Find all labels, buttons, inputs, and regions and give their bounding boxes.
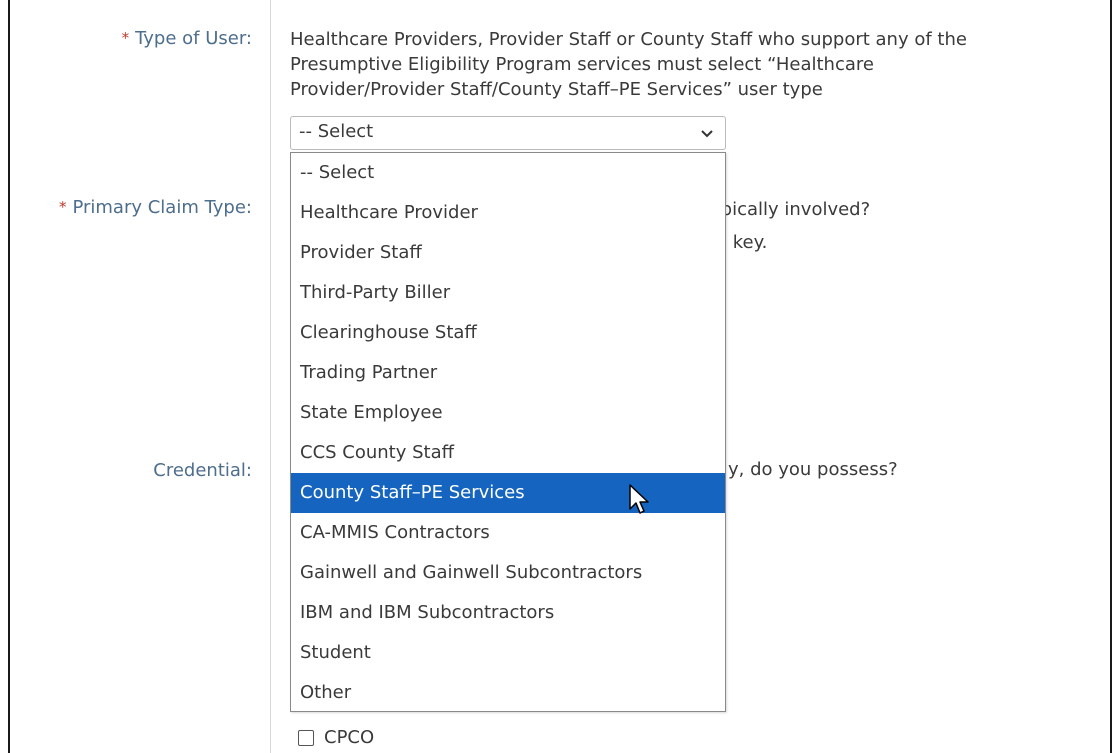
dropdown-option[interactable]: -- Select — [291, 153, 725, 193]
help-line: Healthcare Providers, Provider Staff or … — [290, 29, 967, 50]
dropdown-option[interactable]: Healthcare Provider — [291, 193, 725, 233]
dropdown-option[interactable]: Clearinghouse Staff — [291, 313, 725, 353]
type-of-user-help: Healthcare Providers, Provider Staff or … — [290, 27, 1090, 102]
dropdown-option[interactable]: State Employee — [291, 393, 725, 433]
dropdown-option[interactable]: Provider Staff — [291, 233, 725, 273]
primary-claim-help-partial: ypically involved? — [710, 199, 871, 220]
cpco-checkbox[interactable] — [298, 729, 314, 746]
dropdown-option-highlighted[interactable]: County Staff–PE Services — [291, 473, 725, 513]
cursor-arrow-icon — [629, 484, 649, 514]
dropdown-option[interactable]: Other — [291, 673, 725, 713]
required-marker: * — [121, 29, 130, 47]
dropdown-option[interactable]: CA-MMIS Contractors — [291, 513, 725, 553]
credential-label: Credential: — [153, 460, 252, 481]
column-divider — [270, 0, 271, 753]
type-of-user-select[interactable]: -- Select — [290, 116, 726, 150]
type-of-user-dropdown[interactable]: -- Select Healthcare Provider Provider S… — [290, 152, 726, 712]
cpco-label: CPCO — [324, 727, 375, 748]
help-line: Presumptive Eligibility Program services… — [290, 54, 874, 75]
select-value: -- Select — [299, 121, 374, 142]
cpco-checkbox-row[interactable]: CPCO — [298, 727, 374, 748]
dropdown-option[interactable]: Trading Partner — [291, 353, 725, 393]
type-of-user-label: * Type of User: — [121, 28, 252, 49]
primary-claim-type-label: * Primary Claim Type: — [58, 197, 252, 218]
dropdown-option[interactable]: Student — [291, 633, 725, 673]
dropdown-option[interactable]: Gainwell and Gainwell Subcontractors — [291, 553, 725, 593]
dropdown-option[interactable]: Third-Party Biller — [291, 273, 725, 313]
chevron-down-icon — [701, 130, 713, 138]
help-line: Provider/Provider Staff/County Staff–PE … — [290, 79, 823, 100]
required-marker: * — [58, 198, 67, 216]
primary-claim-help-partial-2: l key. — [722, 232, 768, 253]
dropdown-option[interactable]: CCS County Staff — [291, 433, 725, 473]
dropdown-option[interactable]: IBM and IBM Subcontractors — [291, 593, 725, 633]
credential-help-partial: y, do you possess? — [728, 459, 898, 480]
